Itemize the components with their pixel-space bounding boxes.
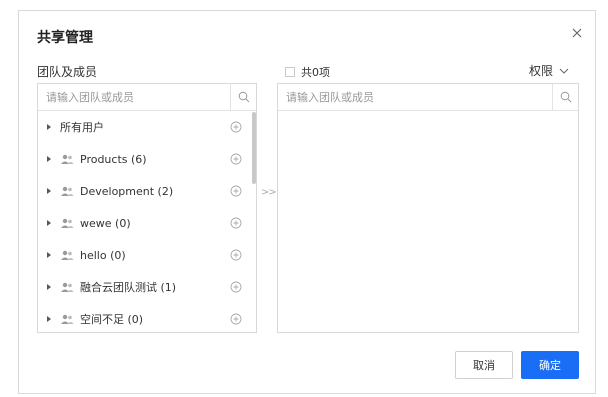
team-users-icon [61, 218, 74, 228]
left-panel: 所有用户 Products (6) Development (2) wewe (0) h… [37, 83, 257, 333]
tree-item-label: 所有用户 [60, 121, 104, 134]
expand-caret-icon[interactable] [47, 252, 51, 258]
team-users-icon [61, 186, 74, 196]
right-search [278, 84, 578, 111]
team-users-icon [61, 314, 74, 324]
add-circle-icon[interactable] [230, 217, 242, 229]
tree-item[interactable]: 融合云团队测试 (1) [38, 271, 256, 303]
tree-item[interactable]: hello (0) [38, 239, 256, 271]
cancel-button[interactable]: 取消 [455, 351, 513, 379]
teams-members-label: 团队及成员 [37, 65, 98, 79]
select-all-label: 共0项 [301, 66, 330, 79]
tree-item[interactable]: Development (2) [38, 175, 256, 207]
expand-caret-icon[interactable] [47, 316, 51, 322]
team-users-icon [61, 282, 74, 292]
confirm-button[interactable]: 确定 [521, 351, 579, 379]
tree-item[interactable]: wewe (0) [38, 207, 256, 239]
permission-label: 权限 [528, 64, 553, 78]
expand-caret-icon[interactable] [47, 124, 51, 130]
expand-caret-icon[interactable] [47, 284, 51, 290]
add-circle-icon[interactable] [230, 313, 242, 325]
add-circle-icon[interactable] [230, 121, 242, 133]
tree-item-label: hello (0) [80, 248, 126, 262]
share-management-dialog: 共享管理 团队及成员 所有用户 Products (6) Development (… [18, 10, 596, 394]
tree-item[interactable]: 空间不足 (0) [38, 303, 256, 332]
left-search [38, 84, 256, 111]
tree-item-label: Development (2) [80, 184, 174, 198]
right-panel [277, 83, 579, 333]
expand-caret-icon[interactable] [47, 156, 51, 162]
tree-item-label: wewe (0) [80, 216, 131, 230]
expand-caret-icon[interactable] [47, 220, 51, 226]
permission-dropdown[interactable]: 权限 [529, 62, 569, 79]
scrollbar[interactable] [252, 112, 256, 184]
chevron-down-icon [559, 68, 569, 74]
add-circle-icon[interactable] [230, 249, 242, 261]
select-all[interactable]: 共0项 [285, 64, 330, 80]
add-circle-icon[interactable] [230, 153, 242, 165]
team-users-icon [61, 154, 74, 164]
tree-item[interactable]: 所有用户 [38, 111, 256, 143]
team-users-icon [61, 250, 74, 260]
team-tree: 所有用户 Products (6) Development (2) wewe (0) h… [38, 111, 256, 332]
add-circle-icon[interactable] [230, 281, 242, 293]
tree-item-label: 空间不足 (0) [80, 313, 144, 326]
add-circle-icon[interactable] [230, 185, 242, 197]
tree-item[interactable]: Products (6) [38, 143, 256, 175]
tree-item-label: 融合云团队测试 (1) [80, 281, 177, 294]
select-all-checkbox[interactable] [285, 67, 295, 77]
search-icon[interactable] [552, 84, 578, 110]
transfer-right-button[interactable]: >> [261, 187, 277, 198]
expand-caret-icon[interactable] [47, 188, 51, 194]
dialog-title: 共享管理 [37, 30, 93, 46]
left-search-input[interactable] [38, 84, 256, 110]
close-icon[interactable] [569, 25, 585, 41]
right-search-input[interactable] [278, 84, 578, 110]
search-icon[interactable] [230, 84, 256, 110]
tree-item-label: Products (6) [80, 152, 147, 166]
